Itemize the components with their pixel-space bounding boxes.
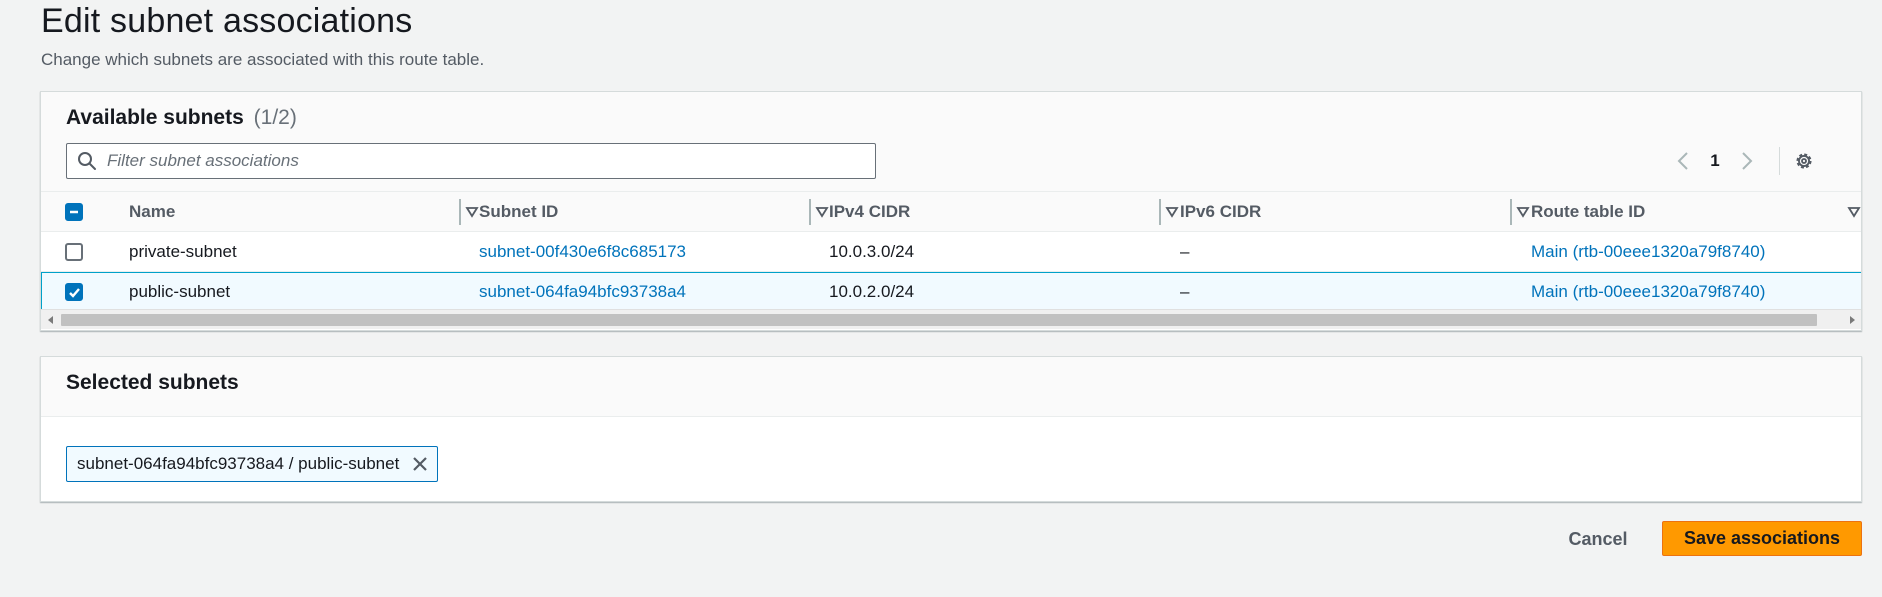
available-subnets-count: (1/2) xyxy=(253,106,297,129)
column-header-subnet-id-label: Subnet ID xyxy=(479,202,559,221)
chevron-right-icon[interactable] xyxy=(1736,150,1756,172)
row-select-cell xyxy=(65,272,83,312)
cell-ipv6: – xyxy=(1180,282,1190,301)
available-subnets-title: Available subnets (1/2) xyxy=(66,106,297,130)
cell-name: public-subnet xyxy=(129,282,231,301)
row-checkbox[interactable] xyxy=(65,243,83,261)
save-associations-button[interactable]: Save associations xyxy=(1662,521,1862,556)
selected-subnet-token: subnet-064fa94bfc93738a4 / public-subnet xyxy=(66,446,439,482)
page-description: Change which subnets are associated with… xyxy=(41,50,485,69)
cell-ipv6: – xyxy=(1180,242,1190,261)
column-divider[interactable] xyxy=(809,192,811,232)
column-header-ipv4-label: IPv4 CIDR xyxy=(829,202,911,221)
column-header-route-table-label: Route table ID xyxy=(1531,202,1646,221)
pagination: 1 xyxy=(1661,144,1861,178)
scroll-left-arrow-icon[interactable] xyxy=(46,315,56,325)
token-label: subnet-064fa94bfc93738a4 / public-subnet xyxy=(77,454,400,473)
sort-caret-icon[interactable] xyxy=(1516,205,1530,219)
table-row[interactable]: private-subnet subnet-00f430e6f8c685173 … xyxy=(41,232,1861,272)
filter-input[interactable] xyxy=(107,146,875,176)
column-header-route-table[interactable]: Route table ID xyxy=(1531,192,1861,232)
selected-subnets-panel: Selected subnets subnet-064fa94bfc93738a… xyxy=(40,356,1862,502)
column-divider[interactable] xyxy=(1159,192,1161,232)
column-divider-line xyxy=(809,199,811,225)
pager-divider xyxy=(1779,147,1780,175)
table-header: Name Subnet ID IPv4 CIDR IPv6 CIDR Route… xyxy=(41,192,1861,232)
column-divider[interactable] xyxy=(1510,192,1512,232)
cell-ipv4: 10.0.3.0/24 xyxy=(829,242,915,261)
column-divider-line xyxy=(459,199,461,225)
cell-route-table-link[interactable]: Main (rtb-00eee1320a79f8740) xyxy=(1531,272,1765,312)
scroll-right-arrow-icon[interactable] xyxy=(1847,315,1857,325)
selected-subnets-title: Selected subnets xyxy=(66,371,239,394)
column-divider[interactable] xyxy=(459,192,461,232)
column-header-subnet-id[interactable]: Subnet ID xyxy=(479,192,829,232)
cell-subnet-id-link[interactable]: subnet-00f430e6f8c685173 xyxy=(479,232,686,272)
cell-subnet-id-link[interactable]: subnet-064fa94bfc93738a4 xyxy=(479,272,686,312)
available-subnets-panel: Available subnets (1/2) 1 xyxy=(40,91,1862,331)
indeterminate-icon xyxy=(70,210,78,214)
table-row[interactable]: public-subnet subnet-064fa94bfc93738a4 1… xyxy=(41,272,1861,312)
page-number[interactable]: 1 xyxy=(1707,151,1723,171)
sort-caret-icon[interactable] xyxy=(465,205,479,219)
select-all-header xyxy=(65,192,83,232)
cancel-button[interactable]: Cancel xyxy=(1554,521,1642,557)
sort-caret-icon[interactable] xyxy=(1847,205,1861,219)
column-divider-line xyxy=(1159,199,1161,225)
available-subnets-header: Available subnets (1/2) 1 xyxy=(41,92,1861,192)
sort-caret-icon[interactable] xyxy=(1165,205,1179,219)
filter-field[interactable] xyxy=(66,143,876,179)
horizontal-scrollbar[interactable] xyxy=(41,309,1861,329)
search-icon xyxy=(78,152,96,170)
cell-ipv4: 10.0.2.0/24 xyxy=(829,282,915,301)
page-title: Edit subnet associations xyxy=(41,2,413,40)
column-header-ipv6[interactable]: IPv6 CIDR xyxy=(1180,192,1530,232)
select-all-checkbox[interactable] xyxy=(65,203,83,221)
sort-caret-icon[interactable] xyxy=(815,205,829,219)
row-select-cell xyxy=(65,232,83,272)
column-header-ipv6-label: IPv6 CIDR xyxy=(1180,202,1262,221)
selected-subnets-header: Selected subnets xyxy=(41,357,1861,417)
cell-name: private-subnet xyxy=(129,242,237,261)
column-header-ipv4[interactable]: IPv4 CIDR xyxy=(829,192,1179,232)
column-header-name[interactable]: Name xyxy=(129,192,479,232)
cell-route-table-link[interactable]: Main (rtb-00eee1320a79f8740) xyxy=(1531,232,1765,272)
checkmark-icon xyxy=(68,287,80,298)
chevron-left-icon[interactable] xyxy=(1674,150,1694,172)
close-icon[interactable] xyxy=(411,455,429,473)
scrollbar-thumb[interactable] xyxy=(61,314,1817,326)
available-subnets-title-text: Available subnets xyxy=(66,106,244,129)
column-divider-line xyxy=(1510,199,1512,225)
row-checkbox[interactable] xyxy=(65,283,83,301)
column-header-name-label: Name xyxy=(129,202,176,221)
settings-gear-icon[interactable] xyxy=(1793,150,1815,172)
